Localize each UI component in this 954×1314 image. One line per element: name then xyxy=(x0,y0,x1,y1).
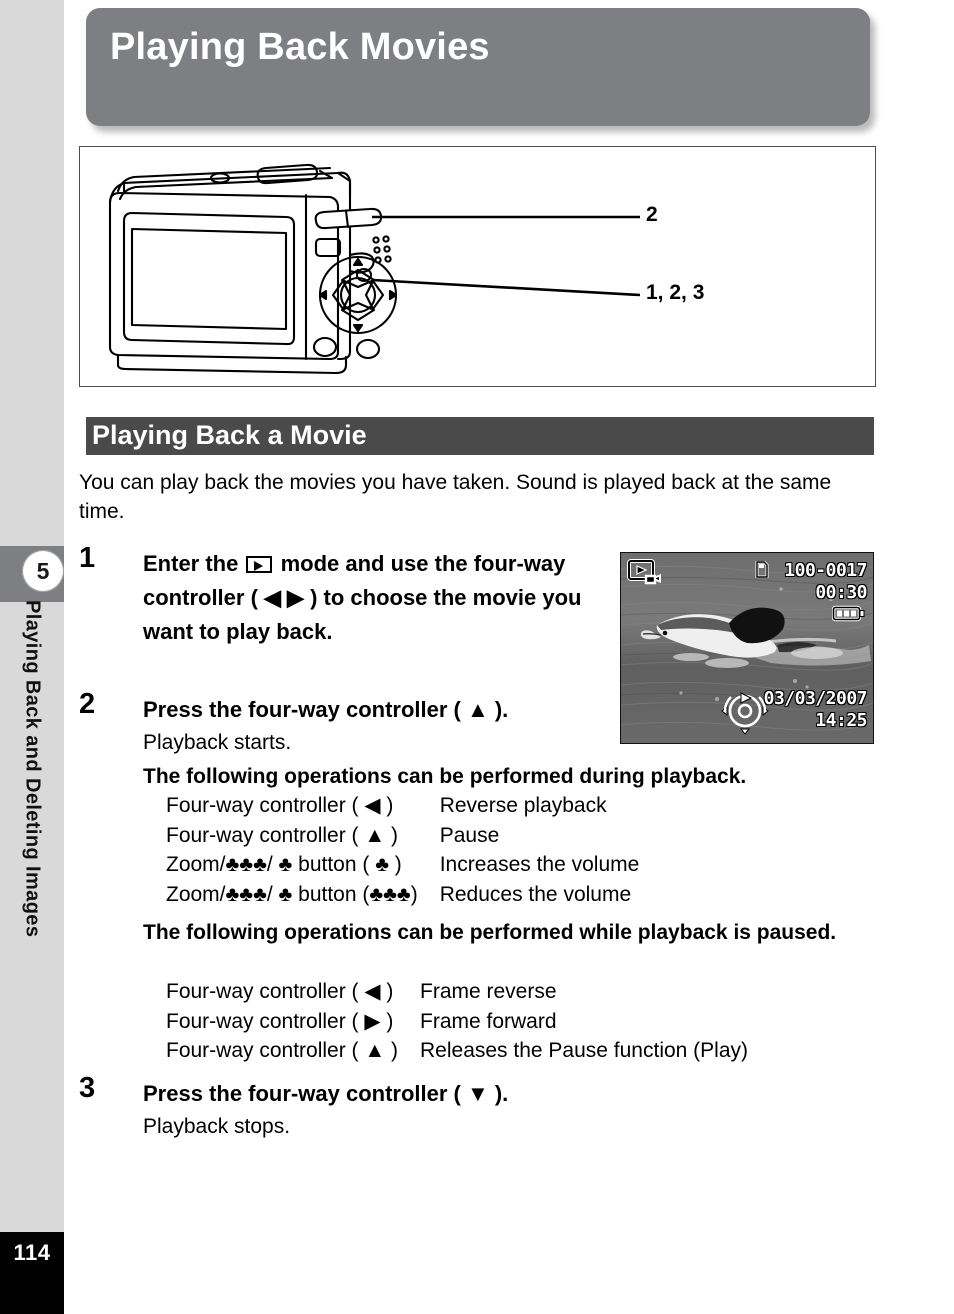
step-1-number: 1 xyxy=(79,542,96,574)
step-3-note: Playback stops. xyxy=(143,1115,291,1138)
page-number: 114 xyxy=(13,1240,51,1265)
operation-value: Reverse playback xyxy=(439,794,607,817)
memory-card-icon xyxy=(755,561,769,578)
operation-row: Four-way controller ( ▲ ) Pause xyxy=(166,821,639,851)
step-3-text: Press the four-way controller ( ▼ ). xyxy=(143,1081,509,1106)
section-title: Playing Back a Movie xyxy=(92,420,367,450)
operation-value: Frame reverse xyxy=(420,980,557,1003)
step-2-note: Playback starts. xyxy=(143,731,292,754)
chapter-title-text: Playing Back and Deleting Images xyxy=(21,600,44,938)
operation-row: Zoom/♣♣♣/ ♣ button ( ♣ ) Increases the v… xyxy=(166,850,639,880)
operation-key: Four-way controller ( ◀ ) xyxy=(166,794,394,817)
operation-row: Four-way controller ( ◀ ) Reverse playba… xyxy=(166,791,639,821)
page-title: Playing Back Movies xyxy=(110,26,490,68)
step-2-number: 2 xyxy=(79,688,96,720)
operation-value: Releases the Pause function (Play) xyxy=(420,1039,749,1062)
during-playback-heading: The following operations can be performe… xyxy=(143,765,747,788)
diagram-callout-four-way-controller: 1, 2, 3 xyxy=(646,281,705,304)
playback-mode-icon xyxy=(246,556,273,573)
movie-playback-icon xyxy=(627,559,661,585)
step-1-text-before: Enter the xyxy=(143,551,245,576)
operation-key: Zoom/♣♣♣/ ♣ button ( ♣ ) xyxy=(166,853,402,876)
lcd-duration: 00:30 xyxy=(815,582,867,603)
operation-key: Four-way controller ( ▲ ) xyxy=(166,823,398,847)
camera-diagram-panel: 2 1, 2, 3 xyxy=(79,146,876,387)
operation-key: Four-way controller ( ▶ ) xyxy=(166,1009,394,1033)
chapter-number: 5 xyxy=(36,558,50,584)
operation-value: Frame forward xyxy=(420,1009,557,1033)
while-paused-heading: The following operations can be performe… xyxy=(143,921,837,944)
operation-key: Zoom/♣♣♣/ ♣ button (♣♣♣) xyxy=(166,882,418,906)
operation-row: Four-way controller ( ▶ ) Frame forward xyxy=(166,1007,748,1037)
lcd-date: 03/03/2007 xyxy=(763,688,868,709)
lcd-file-number: 100-0017 xyxy=(784,560,867,581)
step-1-text: Enter the mode and use the four-way cont… xyxy=(143,547,613,649)
operation-value: Reduces the volume xyxy=(439,882,632,906)
lcd-time: 14:25 xyxy=(815,710,867,731)
step-3-number: 3 xyxy=(79,1072,96,1104)
while-paused-operations: Four-way controller ( ◀ ) Frame reverse … xyxy=(166,977,748,1066)
battery-full-icon xyxy=(832,605,865,622)
operation-value: Increases the volume xyxy=(439,853,640,876)
chapter-title-vertical: Playing Back and Deleting Images xyxy=(0,600,64,1240)
operation-key: Four-way controller ( ◀ ) xyxy=(166,980,394,1003)
camera-illustration xyxy=(108,163,641,375)
step-2-text: Press the four-way controller ( ▲ ). xyxy=(143,697,509,722)
diagram-callout-zoom-button: 2 xyxy=(646,203,658,226)
operation-key: Four-way controller ( ▲ ) xyxy=(166,1039,398,1062)
chapter-sidebar: 5 Playing Back and Deleting Images 114 xyxy=(0,0,64,1314)
operation-row: Four-way controller ( ▲ ) Releases the P… xyxy=(166,1036,748,1066)
during-playback-operations: Four-way controller ( ◀ ) Reverse playba… xyxy=(166,791,639,909)
operation-row: Zoom/♣♣♣/ ♣ button (♣♣♣) Reduces the vol… xyxy=(166,880,639,910)
operation-value: Pause xyxy=(439,823,500,847)
section-intro-text: You can play back the movies you have ta… xyxy=(79,471,832,523)
operation-row: Four-way controller ( ◀ ) Frame reverse xyxy=(166,977,748,1007)
